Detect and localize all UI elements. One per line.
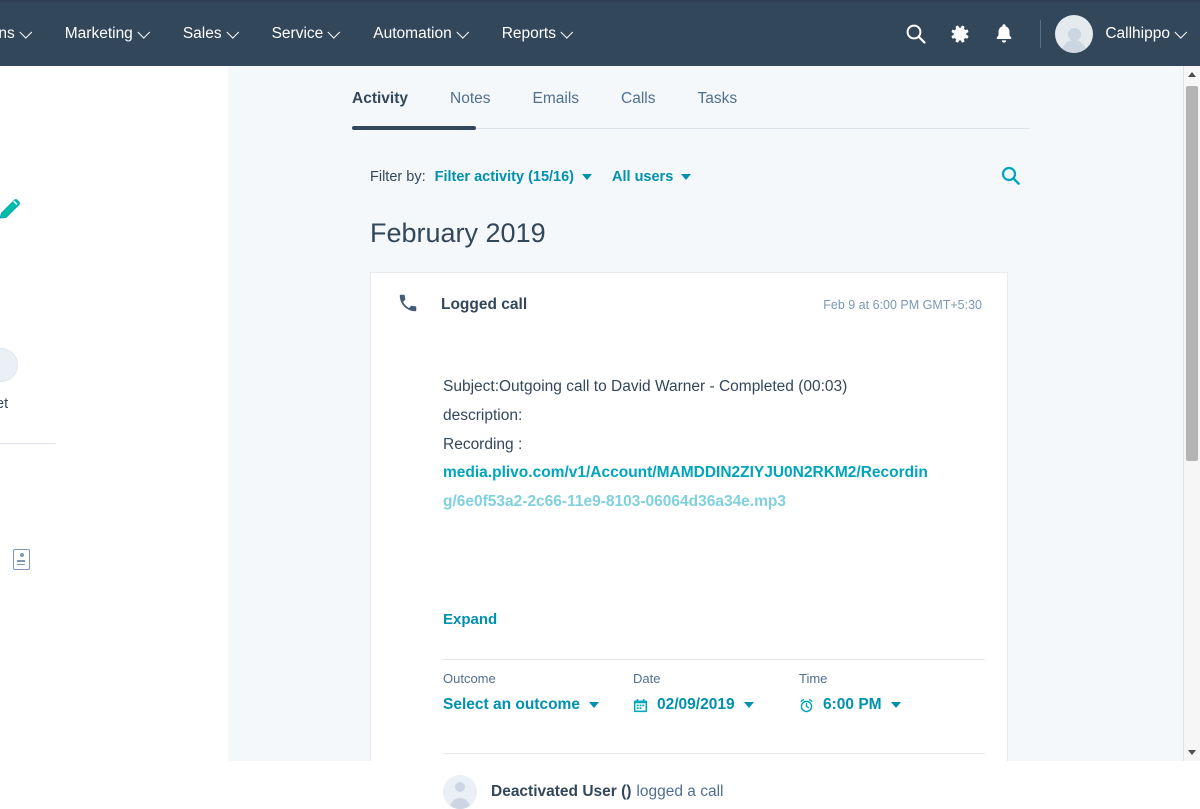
date-dropdown[interactable]: 02/09/2019	[633, 696, 754, 714]
chevron-down-icon	[456, 25, 469, 39]
time-dropdown[interactable]: 6:00 PM	[799, 696, 901, 714]
activity-filter-label: Filter activity (15/16)	[434, 169, 575, 185]
chevron-down-icon	[1174, 25, 1188, 39]
outcome-label: Outcome	[443, 671, 496, 686]
page-title: February 2019	[370, 218, 546, 248]
card-divider-bottom	[443, 753, 985, 754]
contact-card-icon[interactable]	[13, 549, 30, 570]
activity-filter-dropdown[interactable]: Filter activity (15/16)	[434, 169, 593, 185]
top-navigation-bar: tions Marketing Sales Service Automation…	[0, 0, 1200, 66]
outcome-dropdown[interactable]: Select an outcome	[443, 696, 599, 714]
nav-item-service[interactable]: Service	[271, 25, 341, 43]
search-icon[interactable]	[1000, 165, 1022, 192]
nav-item-label: Marketing	[64, 25, 133, 42]
alarm-clock-icon	[799, 698, 814, 713]
chevron-down-icon	[743, 702, 754, 708]
card-subject-line: Subject:Outgoing call to David Warner - …	[443, 378, 848, 395]
user-filter-label: All users	[612, 169, 674, 185]
scroll-up-arrow-icon[interactable]	[1184, 66, 1200, 83]
chevron-down-icon	[19, 25, 32, 39]
time-value: 6:00 PM	[823, 696, 882, 713]
chevron-down-icon	[890, 702, 901, 708]
outcome-column: Outcome Select an outcome	[443, 671, 599, 714]
account-name-label: Callhippo	[1105, 25, 1170, 42]
avatar[interactable]	[1055, 15, 1094, 53]
card-header: Logged call Feb 9 at 6:00 PM GMT+5:30	[371, 273, 1007, 337]
time-column: Time 6:00 PM	[799, 671, 901, 714]
avatar	[443, 775, 477, 809]
phone-call-icon	[397, 292, 419, 319]
card-body: Subject:Outgoing call to David Warner - …	[443, 373, 988, 517]
card-divider-top	[443, 659, 985, 660]
nav-item-label: tions	[0, 25, 15, 42]
filter-bar: Filter by: Filter activity (15/16) All u…	[370, 162, 1030, 192]
outcome-value: Select an outcome	[443, 696, 580, 713]
gear-icon[interactable]	[938, 1, 982, 67]
nav-item-label: Service	[271, 25, 324, 42]
pencil-edit-icon[interactable]	[0, 196, 22, 227]
date-label: Date	[633, 671, 661, 686]
time-label: Time	[799, 671, 828, 686]
footer-user-name: Deactivated User ()	[491, 783, 632, 800]
nav-menu: tions Marketing Sales Service Automation…	[0, 2, 606, 66]
chevron-down-icon	[588, 702, 599, 708]
search-icon[interactable]	[894, 1, 938, 67]
activity-card: Logged call Feb 9 at 6:00 PM GMT+5:30 Su…	[370, 272, 1008, 809]
card-title: Logged call	[441, 296, 528, 313]
account-menu[interactable]: Callhippo	[1105, 25, 1188, 43]
nav-actions: Callhippo	[894, 2, 1200, 66]
tab-activity[interactable]: Activity	[352, 76, 408, 124]
card-recording-label: Recording :	[443, 435, 523, 453]
recording-url-link[interactable]: media.plivo.com/v1/Account/MAMDDIN2ZIYJU…	[443, 459, 988, 488]
chevron-down-icon	[681, 174, 692, 180]
calendar-icon	[633, 698, 648, 713]
card-footer: Deactivated User () logged a call	[443, 775, 723, 809]
bell-icon[interactable]	[982, 1, 1026, 67]
sidebar-divider	[0, 443, 56, 444]
tab-bar: Activity Notes Emails Calls Tasks	[352, 76, 1030, 124]
scrollbar-thumb[interactable]	[1186, 86, 1198, 461]
call-meta-row: Outcome Select an outcome Date 02/09/201…	[443, 671, 985, 735]
nav-item-label: Sales	[182, 25, 222, 42]
expand-button[interactable]: Expand	[443, 611, 497, 628]
filter-by-label: Filter by:	[370, 169, 426, 185]
nav-item-label: Automation	[373, 25, 452, 42]
left-sidebar-panel: et	[0, 66, 228, 761]
chevron-down-icon	[137, 25, 150, 39]
chevron-down-icon	[582, 174, 593, 180]
user-filter-dropdown[interactable]: All users	[612, 169, 692, 185]
nav-item-label: Reports	[501, 25, 556, 42]
tab-emails[interactable]: Emails	[533, 76, 580, 124]
date-value: 02/09/2019	[657, 696, 735, 713]
recording-url-link-continued[interactable]: g/6e0f53a2-2c66-11e9-8103-06064d36a34e.m…	[443, 488, 988, 517]
avatar	[0, 348, 18, 382]
vertical-scrollbar[interactable]	[1183, 66, 1200, 761]
nav-separator	[1040, 20, 1042, 48]
date-column: Date 02/09/2019	[633, 671, 754, 714]
tab-notes[interactable]: Notes	[450, 76, 491, 124]
chevron-down-icon	[327, 25, 341, 39]
tab-active-indicator	[352, 126, 476, 130]
tab-calls[interactable]: Calls	[621, 76, 655, 124]
nav-item-automation[interactable]: Automation	[373, 25, 469, 43]
card-description-line: description:	[443, 406, 523, 424]
nav-item-reports[interactable]: Reports	[501, 25, 574, 43]
nav-item-marketing[interactable]: Marketing	[64, 25, 150, 43]
nav-item-tions[interactable]: tions	[0, 25, 32, 43]
sidebar-partial-label: et	[0, 396, 9, 412]
footer-action-text: logged a call	[636, 783, 724, 800]
chevron-down-icon	[560, 25, 574, 39]
scroll-down-arrow-icon[interactable]	[1184, 744, 1200, 761]
nav-item-sales[interactable]: Sales	[182, 25, 239, 43]
card-timestamp: Feb 9 at 6:00 PM GMT+5:30	[823, 298, 982, 312]
chevron-down-icon	[226, 25, 239, 39]
tab-tasks[interactable]: Tasks	[697, 76, 737, 124]
main-content-area: Activity Notes Emails Calls Tasks Filter…	[228, 66, 1188, 809]
